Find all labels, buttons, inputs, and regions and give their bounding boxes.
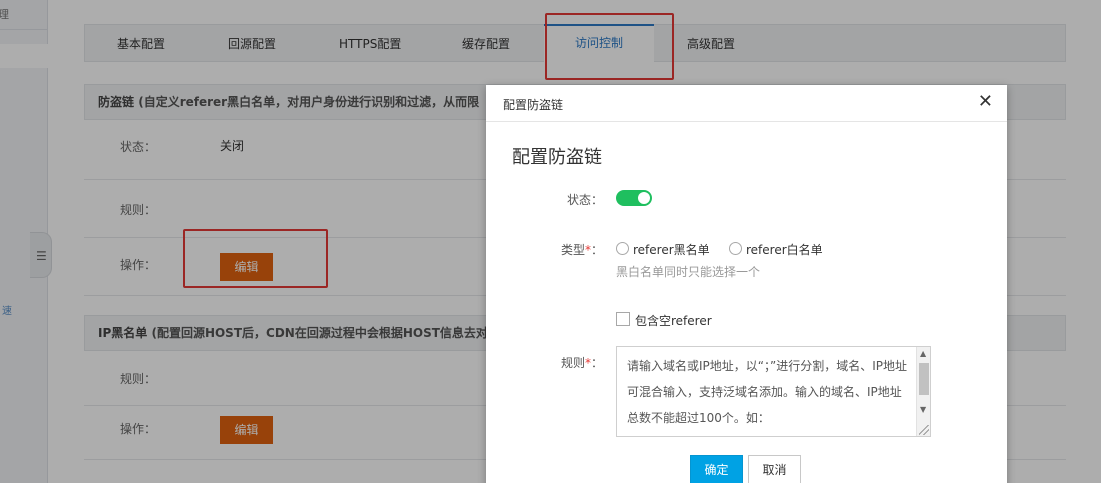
rules-field-label: 规则*： [513, 354, 603, 371]
radio-circle[interactable] [616, 242, 629, 255]
dialog-title: 配置防盗链 [503, 98, 564, 112]
confirm-button[interactable]: 确定 [690, 455, 743, 483]
toggle-knob [638, 192, 650, 204]
dialog-heading: 配置防盗链 [512, 147, 602, 168]
type-hint: 黑白名单同时只能选择一个 [616, 265, 761, 279]
rules-textarea[interactable]: 请输入域名或IP地址，以“；”进行分割，域名、IP地址可混合输入，支持泛域名添加… [616, 346, 931, 437]
dialog-header: 配置防盗链 ✕ [486, 85, 1007, 122]
referer-config-dialog: 配置防盗链 ✕ 配置防盗链 状态： 类型*： referer黑名单 refere… [486, 85, 1007, 483]
radio-whitelist-label: referer白名单 [746, 243, 823, 257]
radio-blacklist-label: referer黑名单 [633, 243, 710, 257]
include-empty-referer-label: 包含空referer [635, 314, 712, 328]
rules-label-text: 规则 [560, 356, 585, 370]
checkbox-box[interactable] [616, 312, 630, 326]
close-icon[interactable]: ✕ [978, 93, 993, 111]
resize-handle-icon[interactable] [919, 425, 929, 435]
status-toggle[interactable] [616, 190, 652, 206]
scroll-thumb[interactable] [919, 363, 929, 395]
scroll-up-icon[interactable]: ▲ [920, 349, 926, 358]
status-field-label: 状态： [566, 193, 603, 207]
cancel-button[interactable]: 取消 [748, 455, 801, 483]
type-field-label: 类型*： [513, 241, 603, 258]
rules-label-suffix: ： [590, 356, 603, 370]
rules-scrollbar[interactable]: ▲ ▼ [916, 347, 930, 436]
radio-circle[interactable] [729, 242, 742, 255]
type-label-suffix: ： [590, 243, 603, 257]
scroll-down-icon[interactable]: ▼ [920, 405, 926, 414]
type-label-text: 类型 [560, 243, 585, 257]
rules-placeholder: 请输入域名或IP地址，以“；”进行分割，域名、IP地址可混合输入，支持泛域名添加… [627, 359, 907, 425]
